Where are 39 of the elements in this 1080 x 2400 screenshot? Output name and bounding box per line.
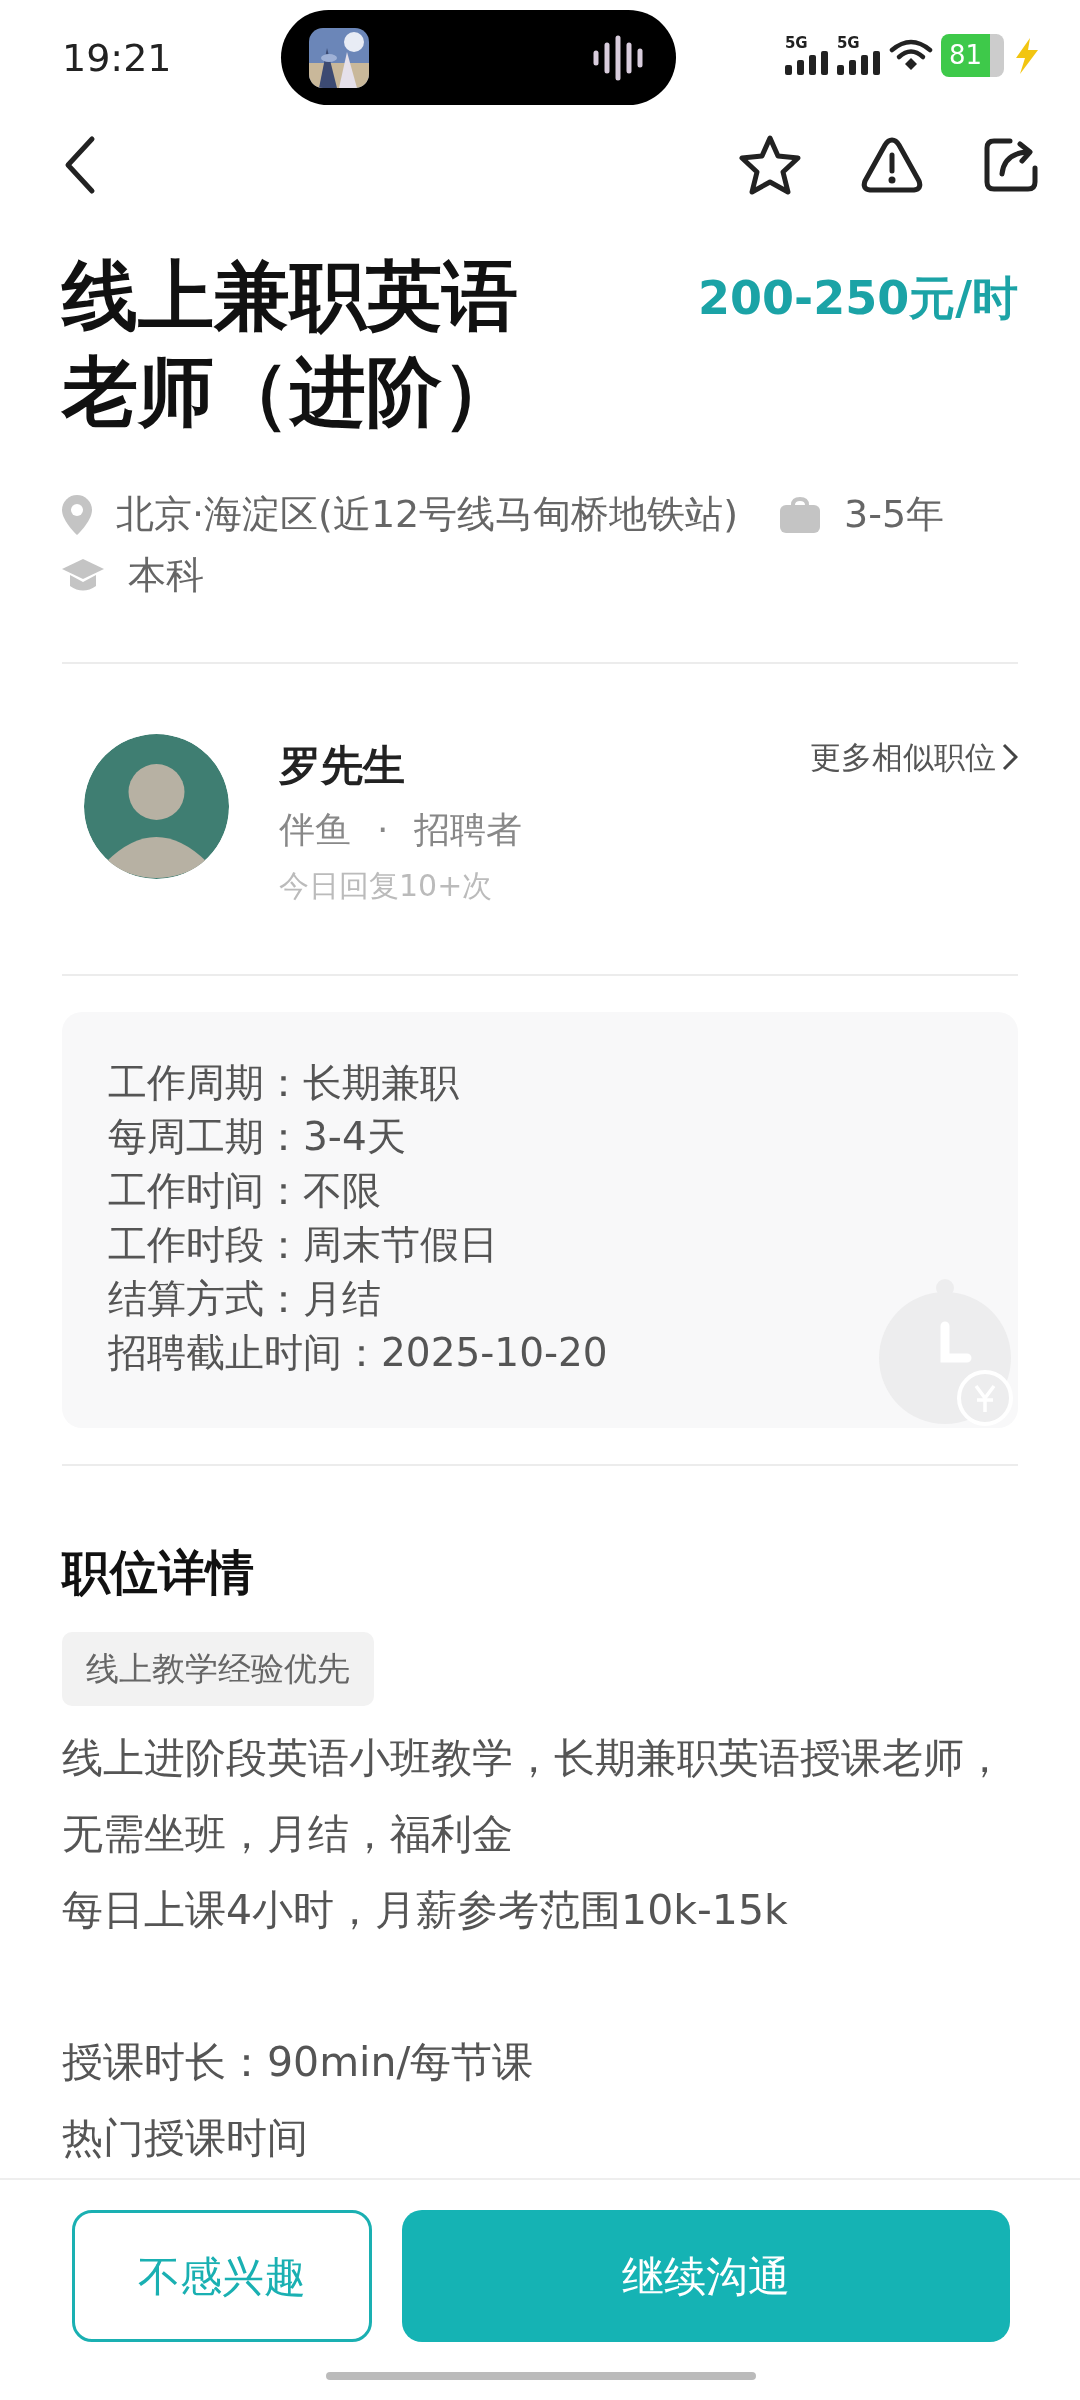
description-text: 授课时长：90min/每节课 [62,2036,535,2088]
experience-text: 3-5年 [844,491,945,538]
work-info-line: 招聘截止时间：2025-10-20 [108,1329,609,1377]
location-text: 北京·海淀区(近12号线马甸桥地铁站) [116,491,739,538]
status-time: 19:21 [62,36,172,80]
work-info-line: 结算方式：月结 [108,1275,382,1323]
work-info-line: 工作时间：不限 [108,1167,382,1215]
signal-icon [784,51,829,75]
description-text: 每日上课4小时，月薪参考范围10k-15k [62,1884,789,1936]
reply-rate: 今日回复10+次 [279,868,493,903]
more-similar-jobs-link[interactable]: 更多相似职位 [810,734,1018,781]
location-pin-icon [62,494,92,535]
work-info-line: 工作周期：长期兼职 [108,1059,460,1107]
salary: 200-250元/时 [698,270,1018,327]
description-text: 热门授课时间 [62,2112,309,2164]
separator-dot: · [377,808,389,852]
description-text: 线上进阶段英语小班教学，长期兼职英语授课老师，无需坐班，月结，福利金 [62,1732,1006,1860]
share-button[interactable] [982,136,1040,194]
section-heading: 职位详情 [62,1544,254,1600]
briefcase-icon [780,496,821,533]
favorite-star-button[interactable] [738,134,802,196]
requirement-tag: 线上教学经验优先 [62,1632,374,1706]
network-label: 5G [836,36,860,51]
company-name: 伴鱼 [279,808,351,852]
graduation-cap-icon [62,558,104,593]
job-title: 线上兼职英语老师（进阶） [62,250,519,438]
waveform-icon [591,34,646,81]
battery-icon: 81 [940,34,1004,77]
education-text: 本科 [128,552,204,599]
signal-icon [836,51,881,75]
recruiter-name: 罗先生 [279,740,405,792]
work-info-line: 每周工期：3-4天 [108,1113,407,1161]
recruiter-role: 招聘者 [414,808,523,852]
network-label: 5G [784,36,808,51]
continue-chat-button[interactable]: 继续沟通 [402,2210,1010,2342]
work-info-line: 工作时段：周末节假日 [108,1221,499,1269]
chevron-right-icon [1002,742,1018,773]
report-warning-button[interactable] [860,135,924,195]
not-interested-button[interactable]: 不感兴趣 [72,2210,372,2342]
